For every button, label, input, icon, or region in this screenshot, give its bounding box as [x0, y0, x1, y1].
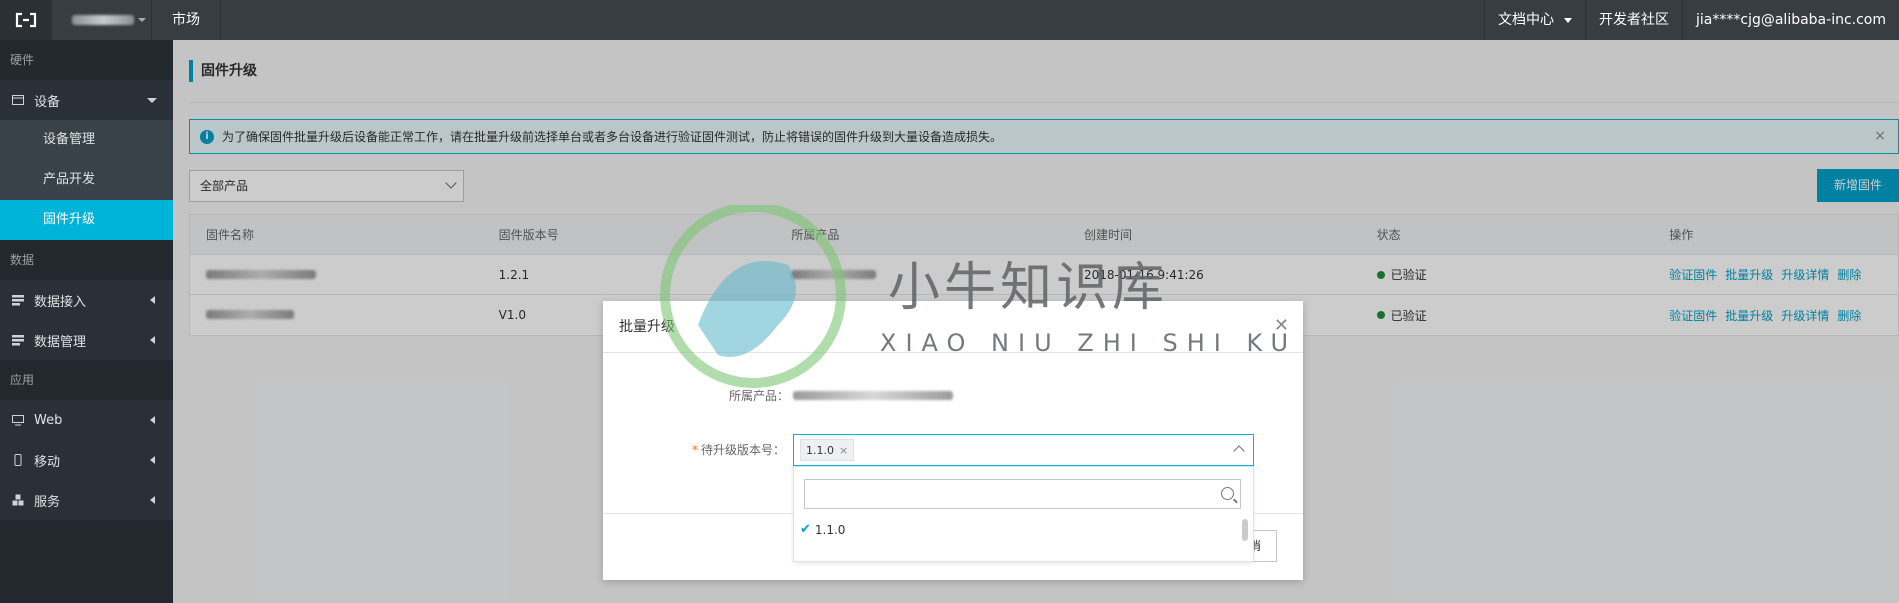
- redacted-text: [793, 391, 954, 400]
- community-link[interactable]: 开发者社区: [1585, 0, 1682, 40]
- scrollbar[interactable]: [1242, 519, 1248, 541]
- dropdown-search-input[interactable]: [804, 479, 1241, 509]
- chevron-left-icon: [150, 336, 155, 344]
- sidebar-item-label: Web: [34, 412, 63, 428]
- window-icon: [12, 95, 24, 105]
- chevron-left-icon: [150, 456, 155, 464]
- sidebar: 硬件 设备 设备管理 产品开发 固件升级 数据 数据接入 数据管理 应用 Web…: [0, 40, 173, 603]
- sidebar-item-data-access[interactable]: 数据接入: [0, 280, 173, 320]
- list-icon: [12, 335, 24, 346]
- chevron-up-icon: [1233, 445, 1245, 457]
- tag-label: 1.1.0: [806, 443, 834, 457]
- sidebar-item-product-dev[interactable]: 产品开发: [0, 160, 173, 200]
- dropdown-option[interactable]: ✔ 1.1.0: [800, 522, 845, 537]
- phone-icon: [14, 454, 22, 466]
- sidebar-item-web[interactable]: Web: [0, 400, 173, 440]
- region-label-blurred: [72, 15, 134, 25]
- selected-version-tag: 1.1.0 ×: [800, 439, 855, 461]
- sidebar-item-data-mgmt[interactable]: 数据管理: [0, 320, 173, 360]
- console-logo-icon[interactable]: [0, 0, 52, 40]
- sidebar-item-mobile[interactable]: 移动: [0, 440, 173, 480]
- version-label: 待升级版本号：: [701, 443, 786, 457]
- list-icon: [12, 295, 24, 306]
- sidebar-item-device[interactable]: 设备: [0, 80, 173, 120]
- sidebar-section-hardware: 硬件: [0, 40, 173, 80]
- required-marker: *: [692, 443, 698, 457]
- chevron-left-icon: [150, 416, 155, 424]
- sidebar-item-label: 移动: [34, 454, 61, 470]
- chevron-down-icon: [138, 18, 146, 22]
- version-dropdown: ✔ 1.1.0: [793, 466, 1254, 562]
- remove-tag-icon[interactable]: ×: [839, 444, 848, 457]
- account-menu[interactable]: jia****cjg@alibaba-inc.com: [1682, 0, 1899, 40]
- sidebar-item-device-mgmt[interactable]: 设备管理: [0, 120, 173, 160]
- monitor-icon: [12, 415, 24, 426]
- sidebar-item-label: 服务: [34, 494, 61, 510]
- sidebar-section-app: 应用: [0, 360, 173, 400]
- version-multiselect[interactable]: 1.1.0 ×: [793, 434, 1254, 466]
- chevron-left-icon: [150, 496, 155, 504]
- sidebar-section-data: 数据: [0, 240, 173, 280]
- sidebar-item-label: 设备: [34, 94, 61, 110]
- option-label: 1.1.0: [814, 522, 846, 537]
- sidebar-item-label: 数据管理: [34, 334, 87, 350]
- docs-label: 文档中心: [1498, 12, 1555, 28]
- product-label: 所属产品：: [729, 389, 790, 403]
- chevron-left-icon: [150, 296, 155, 304]
- sidebar-item-label: 数据接入: [34, 294, 87, 310]
- watermark-subtext: XIAO NIU ZHI SHI KU: [880, 329, 1298, 357]
- chevron-down-icon: [1564, 17, 1573, 23]
- region-selector[interactable]: [52, 0, 152, 40]
- search-icon: [1221, 487, 1234, 500]
- product-field: 所属产品：: [729, 387, 954, 404]
- market-link[interactable]: 市场: [152, 0, 221, 40]
- check-icon: ✔: [800, 522, 811, 537]
- sidebar-item-service[interactable]: 服务: [0, 480, 173, 520]
- version-label-row: * 待升级版本号：: [692, 441, 785, 458]
- docs-menu[interactable]: 文档中心: [1484, 0, 1585, 40]
- watermark-text: 小牛知识库: [888, 258, 1169, 318]
- chevron-down-icon: [147, 97, 157, 103]
- cubes-icon: [12, 494, 24, 506]
- top-nav-bar: 市场 文档中心 开发者社区 jia****cjg@alibaba-inc.com: [0, 0, 1899, 40]
- sidebar-item-firmware[interactable]: 固件升级: [0, 200, 173, 240]
